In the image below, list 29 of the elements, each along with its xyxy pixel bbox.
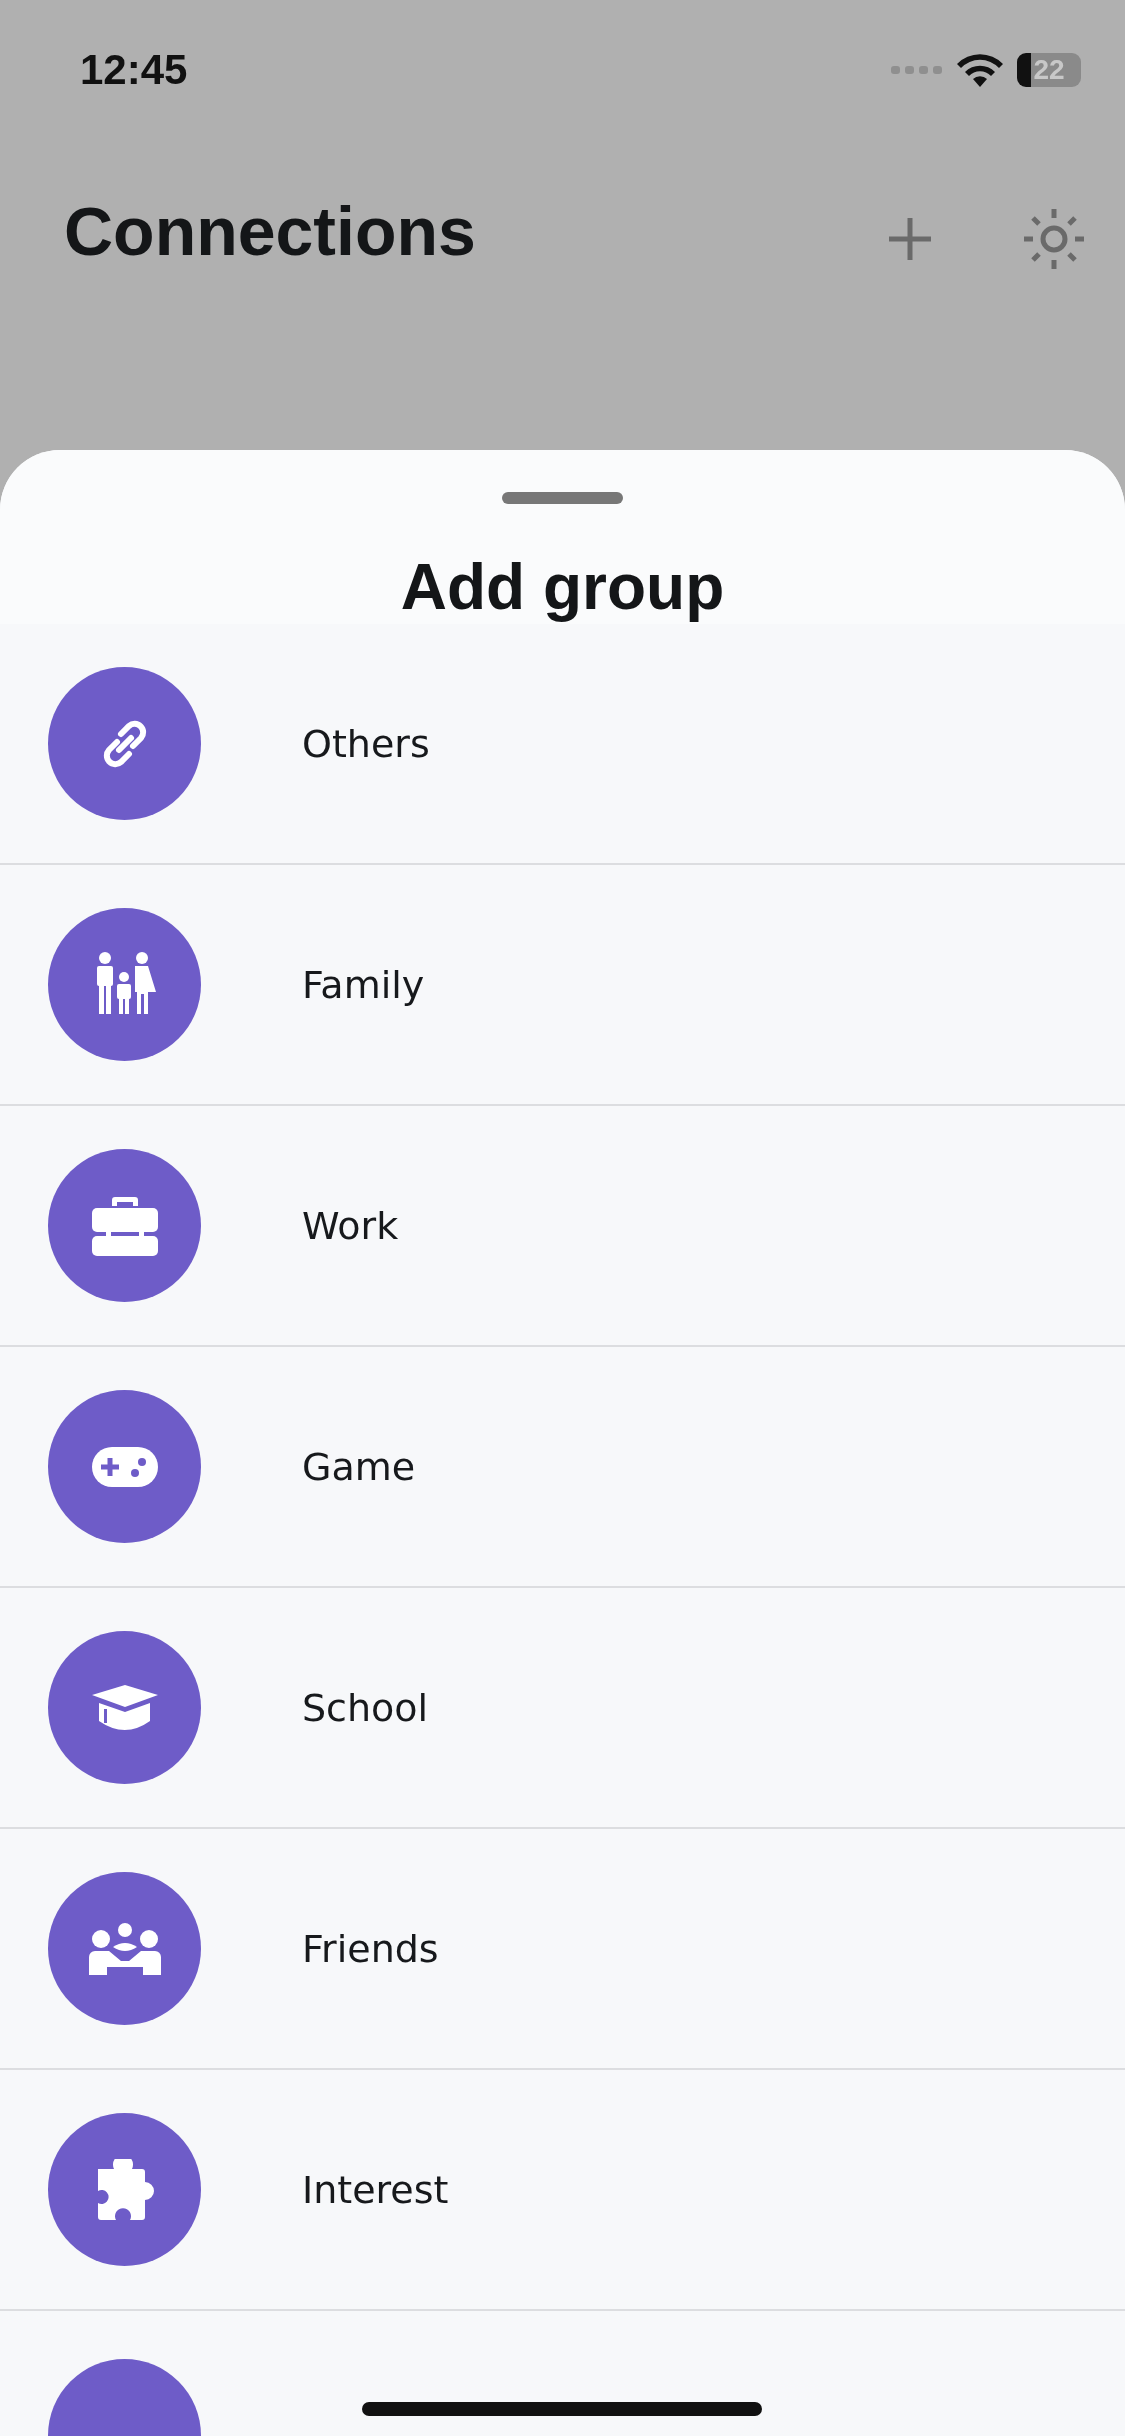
graduation-cap-icon bbox=[91, 1682, 158, 1733]
group-label: School bbox=[302, 1685, 429, 1730]
battery-percent: 22 bbox=[1033, 54, 1065, 86]
group-label: Family bbox=[302, 962, 425, 1007]
briefcase-icon bbox=[91, 1195, 158, 1256]
theme-button[interactable] bbox=[1023, 208, 1085, 270]
group-label: Work bbox=[302, 1203, 399, 1248]
group-item[interactable]: Work bbox=[0, 1106, 1125, 1347]
group-item[interactable]: Family bbox=[0, 865, 1125, 1106]
group-item[interactable]: School bbox=[0, 1588, 1125, 1829]
plus-icon bbox=[887, 216, 933, 262]
group-item[interactable]: Game bbox=[0, 1347, 1125, 1588]
wifi-icon bbox=[957, 53, 1003, 87]
people-icon bbox=[88, 1922, 161, 1975]
drag-handle[interactable] bbox=[502, 492, 623, 504]
group-item[interactable]: Friends bbox=[0, 1829, 1125, 2070]
group-item[interactable]: Others bbox=[0, 624, 1125, 865]
page-title: Connections bbox=[64, 192, 476, 270]
group-label: Others bbox=[302, 721, 430, 766]
add-button[interactable] bbox=[887, 216, 933, 262]
sheet-title: Add group bbox=[400, 550, 725, 624]
group-item[interactable]: Interest bbox=[0, 2070, 1125, 2311]
group-label: Friends bbox=[302, 1926, 439, 1971]
status-time: 12:45 bbox=[80, 46, 188, 94]
gamepad-icon bbox=[91, 1446, 158, 1487]
sun-icon bbox=[1023, 208, 1085, 270]
signal-icon bbox=[891, 64, 943, 76]
group-label: Game bbox=[302, 1444, 416, 1489]
group-label: Interest bbox=[302, 2167, 449, 2212]
